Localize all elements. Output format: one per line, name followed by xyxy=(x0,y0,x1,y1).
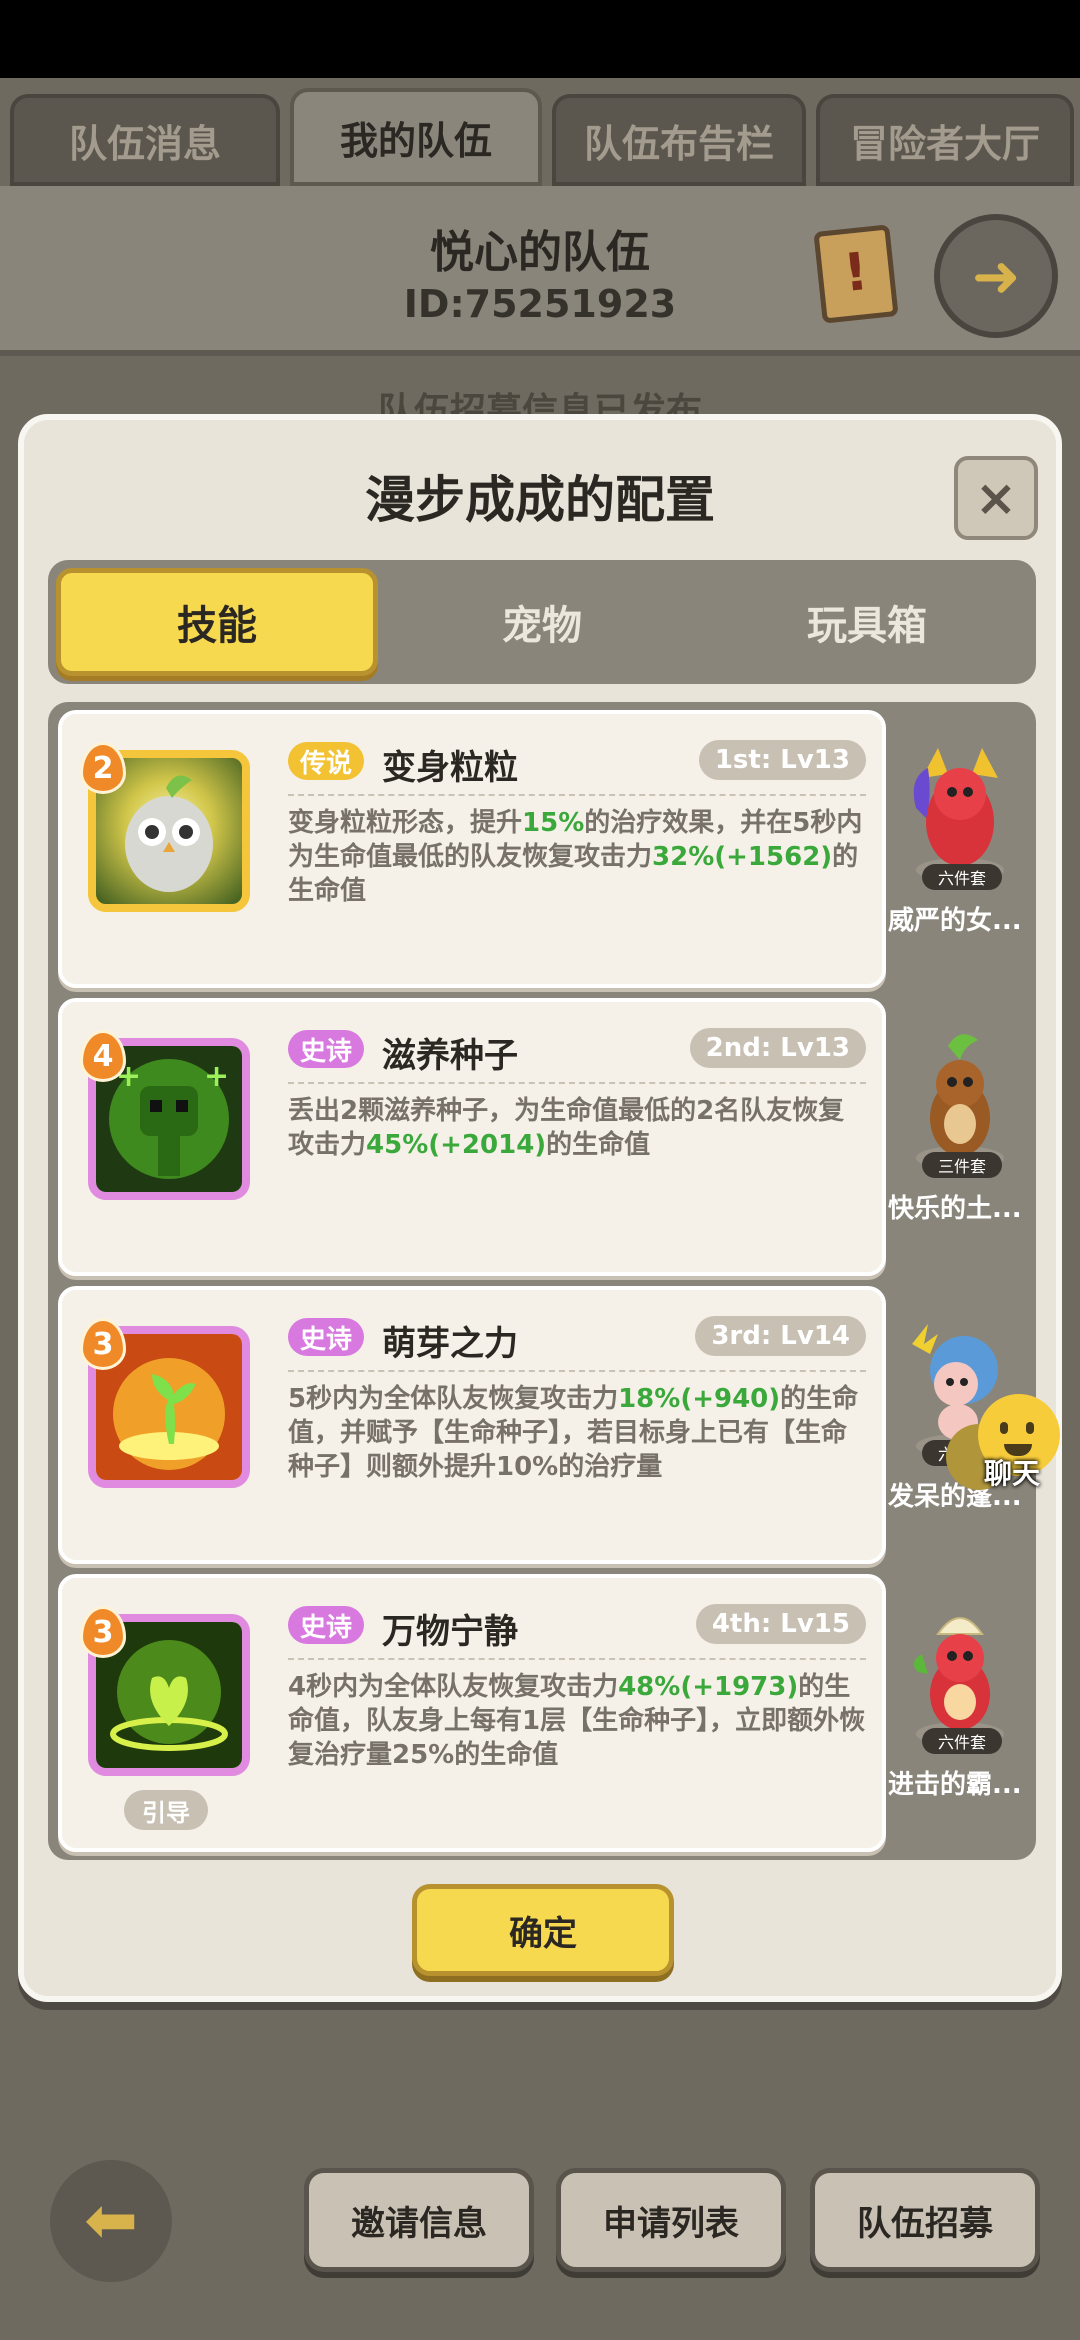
exit-team-icon[interactable]: ➜ xyxy=(934,214,1058,338)
tab-adventurer-hall[interactable]: 冒险者大厅 xyxy=(816,94,1074,186)
team-id: ID:75251923 xyxy=(403,282,677,326)
highlight-value: 15% xyxy=(522,808,585,838)
apply-list-button[interactable]: 申请列表 xyxy=(556,2168,786,2272)
tab-toybox[interactable]: 玩具箱 xyxy=(706,568,1028,676)
back-arrow-icon[interactable]: ⬅ xyxy=(50,2160,172,2282)
skill-slot-level: 3rd: Lv14 xyxy=(695,1316,866,1356)
config-tabs: 技能 宠物 玩具箱 xyxy=(48,560,1036,684)
rarity-badge: 史诗 xyxy=(288,1318,365,1356)
rarity-badge: 史诗 xyxy=(288,1030,365,1068)
desc-text: 的生命值 xyxy=(546,1130,651,1160)
set-tag: 三件套 xyxy=(922,1152,1002,1178)
divider xyxy=(288,1658,866,1660)
modal-title: 漫步成成的配置 xyxy=(365,471,715,529)
pet-slot[interactable]: 六件套 进击的霸... xyxy=(888,1580,1026,1850)
highlight-value: 45%(+2014) xyxy=(366,1130,547,1160)
skill-description: 5秒内为全体队友恢复攻击力18%(+940)的生命值，并赋予【生命种子】，若目标… xyxy=(288,1382,868,1484)
tab-pets[interactable]: 宠物 xyxy=(381,568,703,676)
desc-text: 变身粒粒形态，提升 xyxy=(288,808,523,838)
close-button[interactable]: × xyxy=(954,456,1038,540)
set-tag: 六件套 xyxy=(922,1728,1002,1754)
skill-list: 2 传说 变身粒粒 1st: Lv13 变身粒粒形态，提升15%的治疗效果，并在… xyxy=(48,702,1036,1860)
skill-card[interactable]: 3 引导 史诗 万物宁静 4th: Lv15 4秒内为全体队友恢复攻击力48%(… xyxy=(58,1574,886,1852)
tab-team-messages[interactable]: 队伍消息 xyxy=(10,94,280,186)
pet-name: 威严的女... xyxy=(888,906,1022,936)
confirm-button[interactable]: 确定 xyxy=(412,1884,674,1976)
skill-card[interactable]: 4 + + 史诗 滋养种子 2nd: Lv13 丢出2颗滋养种子，为生命值最低的… xyxy=(58,998,886,1276)
pet-name: 快乐的土... xyxy=(888,1194,1022,1224)
skill-name: 滋养种子 xyxy=(382,1036,518,1076)
skill-name: 变身粒粒 xyxy=(382,748,518,788)
tab-my-team[interactable]: 我的队伍 xyxy=(290,88,542,186)
status-bar xyxy=(0,0,1080,78)
scroll-notice-icon[interactable] xyxy=(813,224,899,324)
pet-slot[interactable]: 六件套 威严的女... xyxy=(888,716,1026,986)
rarity-badge: 史诗 xyxy=(288,1606,365,1644)
divider xyxy=(288,1082,866,1084)
skill-card[interactable]: 2 传说 变身粒粒 1st: Lv13 变身粒粒形态，提升15%的治疗效果，并在… xyxy=(58,710,886,988)
pet-slot[interactable]: 三件套 快乐的土... xyxy=(888,1004,1026,1274)
desc-text: 5秒内为全体队友恢复攻击力 xyxy=(288,1384,619,1414)
skill-description: 4秒内为全体队友恢复攻击力48%(+1973)的生命值，队友身上每有1层【生命种… xyxy=(288,1670,868,1772)
skill-name: 萌芽之力 xyxy=(382,1324,518,1364)
pet-name: 进击的霸... xyxy=(888,1770,1022,1800)
team-header: 悦心的队伍 ID:75251923 ➜ xyxy=(0,186,1080,356)
set-tag: 六件套 xyxy=(922,864,1002,890)
tab-skills[interactable]: 技能 xyxy=(56,568,378,676)
invite-info-button[interactable]: 邀请信息 xyxy=(304,2168,534,2272)
channel-tag: 引导 xyxy=(124,1790,208,1830)
chat-button[interactable]: 聊天 xyxy=(952,1386,1076,1506)
team-name: 悦心的队伍 xyxy=(430,227,650,278)
highlight-value: 18%(+940) xyxy=(618,1384,781,1414)
highlight-value: 32%(+1562) xyxy=(652,842,833,872)
skill-slot-level: 1st: Lv13 xyxy=(698,740,866,780)
skill-card[interactable]: 3 史诗 萌芽之力 3rd: Lv14 5秒内为全体队友恢复攻击力18%(+94… xyxy=(58,1286,886,1564)
chat-label: 聊天 xyxy=(983,1457,1040,1490)
config-modal: 漫步成成的配置 × 技能 宠物 玩具箱 2 传说 变身粒粒 1st: Lv13 xyxy=(18,414,1062,2002)
svg-text:+: + xyxy=(204,1059,229,1094)
divider xyxy=(288,794,866,796)
skill-description: 丢出2颗滋养种子，为生命值最低的2名队友恢复攻击力45%(+2014)的生命值 xyxy=(288,1094,868,1162)
top-tab-bar: 队伍消息 我的队伍 队伍布告栏 冒险者大厅 xyxy=(0,88,1080,188)
divider xyxy=(288,1370,866,1372)
highlight-value: 48%(+1973) xyxy=(618,1672,799,1702)
skill-name: 万物宁静 xyxy=(382,1612,518,1652)
skill-slot-level: 2nd: Lv13 xyxy=(689,1028,866,1068)
rarity-badge: 传说 xyxy=(288,742,365,780)
skill-slot-level: 4th: Lv15 xyxy=(695,1604,866,1644)
skill-description: 变身粒粒形态，提升15%的治疗效果，并在5秒内为生命值最低的队友恢复攻击力32%… xyxy=(288,806,868,908)
tab-team-board[interactable]: 队伍布告栏 xyxy=(552,94,806,186)
desc-text: 4秒内为全体队友恢复攻击力 xyxy=(288,1672,619,1702)
team-recruit-button[interactable]: 队伍招募 xyxy=(810,2168,1040,2272)
